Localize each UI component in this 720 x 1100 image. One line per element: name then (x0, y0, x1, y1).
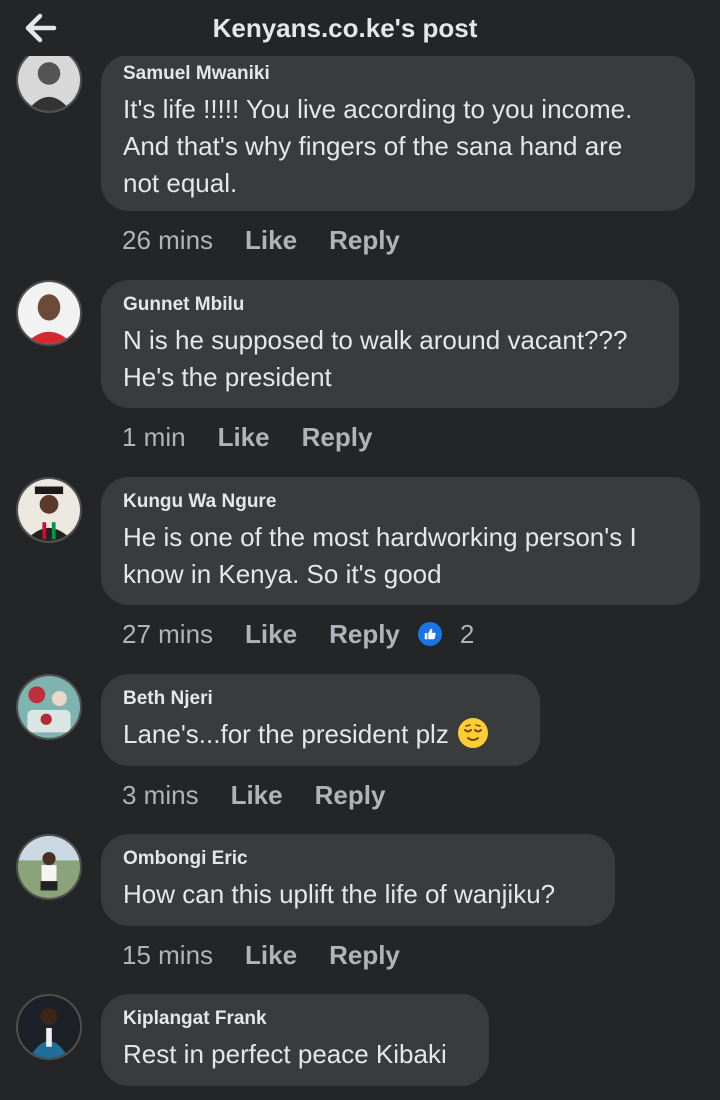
avatar-photo (18, 479, 80, 541)
comment-time[interactable]: 27 mins (122, 619, 213, 650)
page-title: Kenyans.co.ke's post (212, 13, 478, 43)
avatar-photo (18, 996, 80, 1058)
comment-bubble[interactable]: Beth Njeri Lane's...for the president pl… (101, 674, 540, 766)
like-reaction-icon[interactable] (417, 622, 442, 646)
avatar[interactable] (16, 834, 82, 900)
reaction-count[interactable]: 2 (460, 619, 474, 650)
reply-button[interactable]: Reply (329, 940, 400, 971)
thumbs-up-icon (424, 628, 436, 640)
comment-text: N is he supposed to walk around vacant??… (123, 325, 628, 392)
avatar-photo (18, 676, 80, 738)
comment-author[interactable]: Ombongi Eric (123, 848, 593, 870)
comment-author[interactable]: Gunnet Mbilu (123, 294, 657, 316)
comment-bubble[interactable]: Ombongi Eric How can this uplift the lif… (101, 834, 615, 926)
comment-time[interactable]: 1 min (122, 422, 186, 453)
comment-bubble[interactable]: Kungu Wa Ngure He is one of the most har… (101, 477, 700, 605)
avatar-photo (18, 56, 80, 111)
like-button[interactable]: Like (218, 422, 270, 453)
comment-author[interactable]: Kungu Wa Ngure (123, 491, 678, 513)
comment-actions: 27 mins Like Reply 2 (122, 617, 474, 651)
reply-button[interactable]: Reply (329, 225, 400, 256)
comment-author[interactable]: Samuel Mwaniki (123, 63, 673, 85)
comment-text: It's life !!!!! You live according to yo… (123, 94, 633, 198)
reply-button[interactable]: Reply (315, 780, 386, 811)
avatar[interactable] (16, 674, 82, 740)
avatar[interactable] (16, 280, 82, 346)
relieved-face-emoji (457, 718, 488, 748)
like-button[interactable]: Like (245, 225, 297, 256)
comment-actions: 26 mins Like Reply (122, 223, 418, 257)
comment-text: How can this uplift the life of wanjiku? (123, 879, 556, 909)
comment-bubble[interactable]: Samuel Mwaniki It's life !!!!! You live … (101, 56, 695, 211)
comment-time[interactable]: 3 mins (122, 780, 199, 811)
comment-text: Lane's...for the president plz (123, 716, 518, 753)
comment-text: Rest in perfect peace Kibaki (123, 1039, 447, 1069)
comment-text: He is one of the most hardworking person… (123, 522, 637, 589)
like-button[interactable]: Like (231, 780, 283, 811)
comment-bubble[interactable]: Gunnet Mbilu N is he supposed to walk ar… (101, 280, 679, 408)
comment-actions: 1 min Like Reply (122, 420, 390, 454)
comment-author[interactable]: Beth Njeri (123, 688, 518, 710)
comment-actions: 3 mins Like Reply (122, 778, 403, 812)
reply-button[interactable]: Reply (302, 422, 373, 453)
reply-button[interactable]: Reply (329, 619, 400, 650)
comment-bubble[interactable]: Kiplangat Frank Rest in perfect peace Ki… (101, 994, 489, 1086)
avatar-photo (18, 282, 80, 344)
avatar[interactable] (16, 477, 82, 543)
avatar[interactable] (16, 994, 82, 1060)
comment-actions: 15 mins Like Reply (122, 938, 418, 972)
like-button[interactable]: Like (245, 619, 297, 650)
comment-list: Samuel Mwaniki It's life !!!!! You live … (0, 56, 720, 1100)
avatar[interactable] (16, 56, 82, 113)
comment-time[interactable]: 26 mins (122, 225, 213, 256)
comment-author[interactable]: Kiplangat Frank (123, 1008, 467, 1030)
avatar-photo (18, 836, 80, 898)
post-header: Kenyans.co.ke's post (0, 0, 720, 56)
like-button[interactable]: Like (245, 940, 297, 971)
comment-time[interactable]: 15 mins (122, 940, 213, 971)
